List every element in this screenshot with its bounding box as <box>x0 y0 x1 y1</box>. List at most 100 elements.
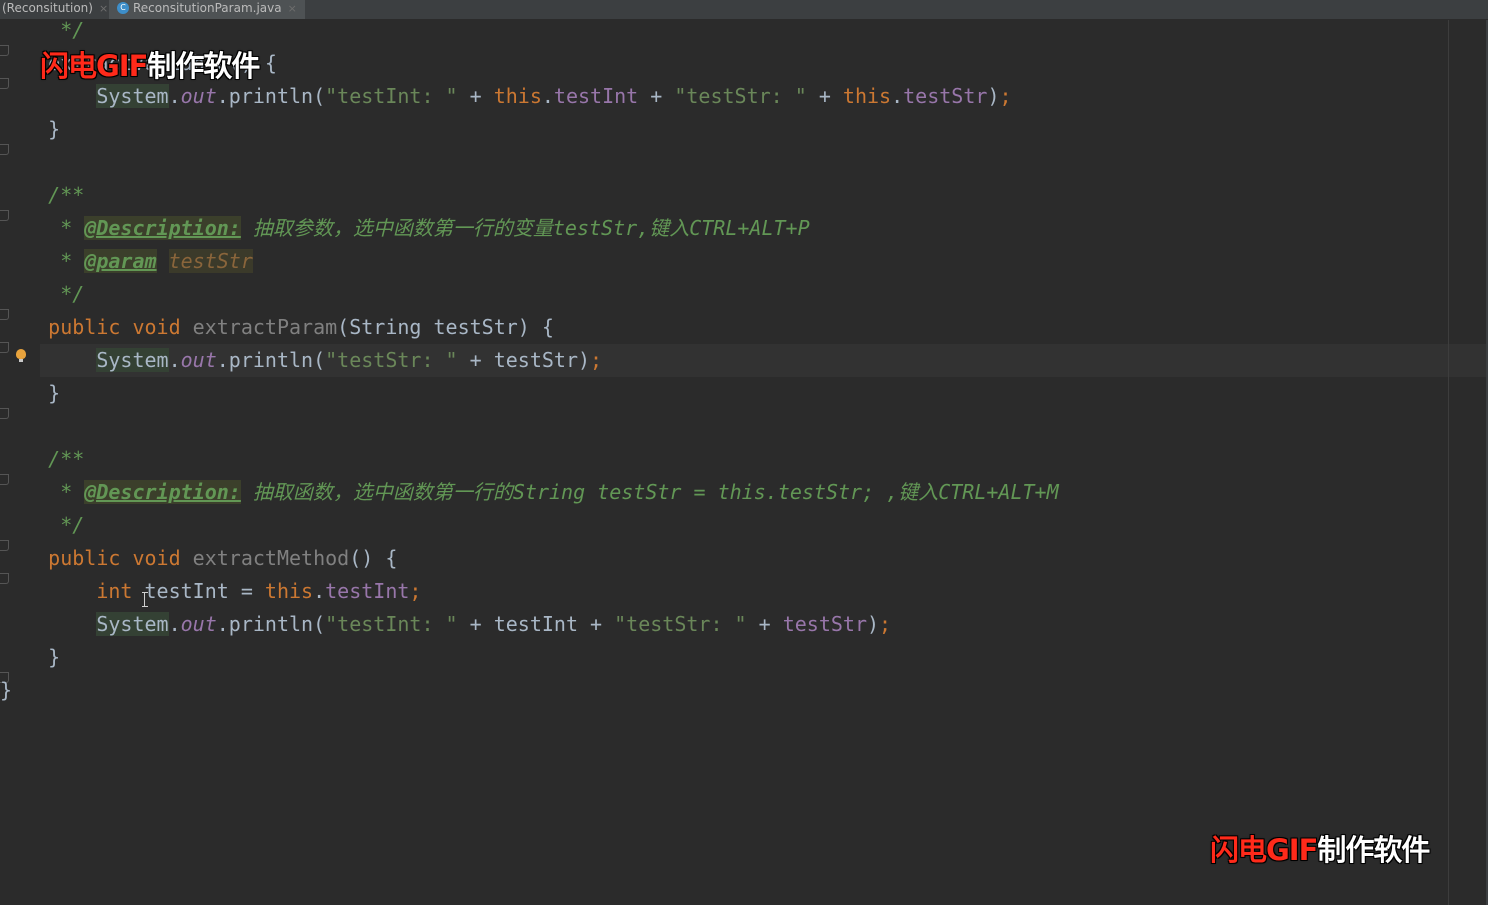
code-token: public void <box>0 546 193 570</box>
code-line[interactable]: public void extractParam(String testStr)… <box>0 311 1059 344</box>
code-token: + testStr) <box>457 348 591 372</box>
code-line[interactable]: } <box>0 641 1059 674</box>
code-token: @param <box>84 249 157 273</box>
code-token: ; <box>590 348 603 372</box>
code-token: . <box>168 84 181 108</box>
code-token: out <box>180 348 217 372</box>
watermark-bottom: 闪电GIF制作软件 <box>1210 827 1430 869</box>
code-token: } <box>0 117 61 141</box>
code-line[interactable]: int testInt = this.testInt; <box>0 575 1059 608</box>
watermark-top: 闪电GIF制作软件 <box>40 43 260 85</box>
code-token: testStr <box>782 612 867 636</box>
code-token: } <box>0 381 61 405</box>
code-token: extractParam <box>192 315 338 339</box>
code-token: 抽取参数，选中函数第一行的变量testStr,键入CTRL+ALT+P <box>240 216 810 240</box>
code-token: .println( <box>216 84 326 108</box>
code-token: System <box>96 612 169 636</box>
watermark-text: 制作软件 <box>1317 833 1430 867</box>
code-token: extractMethod <box>192 546 350 570</box>
code-token: testInt <box>325 579 410 603</box>
code-token: ) <box>987 84 1000 108</box>
code-token: /** <box>0 183 85 207</box>
code-token: ; <box>999 84 1012 108</box>
watermark-brand: 闪电GIF <box>40 49 148 83</box>
code-token: testStr <box>168 249 253 273</box>
code-token: * <box>0 216 85 240</box>
code-line[interactable]: System.out.println("testInt: " + testInt… <box>0 608 1059 641</box>
code-token: . <box>168 612 181 636</box>
tab-label: ReconsitutionParam.java <box>133 1 282 15</box>
code-token: this <box>264 579 314 603</box>
code-token: */ <box>0 18 85 42</box>
code-line[interactable]: public void extractMethod() { <box>0 542 1059 575</box>
watermark-brand: 闪电GIF <box>1210 833 1318 867</box>
text-cursor-icon <box>142 592 150 607</box>
code-token: * <box>0 249 85 273</box>
code-token: "testStr: " <box>325 348 458 372</box>
code-line[interactable]: System.out.println("testStr: " + testStr… <box>0 344 1059 377</box>
code-line[interactable]: } <box>0 113 1059 146</box>
code-line[interactable] <box>0 146 1059 179</box>
code-token: testInt <box>553 84 639 108</box>
code-line[interactable]: /** <box>0 179 1059 212</box>
code-token: . <box>313 579 326 603</box>
code-token: ) <box>867 612 880 636</box>
code-line[interactable]: * @Description: 抽取函数，选中函数第一行的String test… <box>0 476 1059 509</box>
code-editor[interactable]: */ extractVariable() { System.out.printl… <box>0 14 1059 707</box>
code-line[interactable]: } <box>0 377 1059 410</box>
code-token: + <box>806 84 843 108</box>
code-token: ; <box>409 579 422 603</box>
code-token: + <box>638 84 675 108</box>
code-token: this <box>493 84 542 108</box>
code-token: . <box>891 84 904 108</box>
code-token: 抽取函数，选中函数第一行的String testStr = this.testS… <box>240 480 1059 504</box>
code-token: } <box>0 645 61 669</box>
code-token: (String testStr) { <box>337 315 554 339</box>
code-token: . <box>541 84 554 108</box>
watermark-text: 制作软件 <box>147 49 260 83</box>
code-token: "testStr: " <box>674 84 807 108</box>
code-token: this <box>842 84 892 108</box>
class-c-icon: C <box>117 1 129 14</box>
code-token: @Description: <box>84 216 241 240</box>
code-token: } <box>0 678 13 702</box>
code-token: .println( <box>216 612 326 636</box>
code-token: */ <box>0 282 85 306</box>
code-token: + testInt + <box>457 612 615 636</box>
code-line[interactable]: */ <box>0 509 1059 542</box>
code-token: public void <box>0 315 193 339</box>
code-line[interactable]: } <box>0 674 1059 707</box>
code-token: */ <box>0 513 85 537</box>
code-token: System <box>96 348 169 372</box>
code-token: .println( <box>216 348 326 372</box>
code-token: "testInt: " <box>325 84 458 108</box>
tab-label: (Reconsitution) <box>2 1 93 15</box>
code-token: System <box>96 84 169 108</box>
code-token: int <box>96 579 133 603</box>
code-line[interactable]: * @param testStr <box>0 245 1059 278</box>
code-token: out <box>180 612 217 636</box>
code-token: "testInt: " <box>325 612 458 636</box>
code-token: testInt = <box>132 579 265 603</box>
code-line[interactable]: * @Description: 抽取参数，选中函数第一行的变量testStr,键… <box>0 212 1059 245</box>
code-token: @Description: <box>84 480 241 504</box>
code-token: + <box>457 84 494 108</box>
code-token: + <box>746 612 783 636</box>
code-token: * <box>0 480 85 504</box>
right-margin-guide <box>1448 20 1449 905</box>
code-line[interactable] <box>0 410 1059 443</box>
code-line[interactable]: */ <box>0 278 1059 311</box>
code-line[interactable]: /** <box>0 443 1059 476</box>
code-token: ; <box>879 612 892 636</box>
code-token: . <box>168 348 181 372</box>
code-token: out <box>180 84 217 108</box>
code-token: testStr <box>903 84 988 108</box>
code-token: /** <box>0 447 85 471</box>
code-token: "testStr: " <box>614 612 747 636</box>
code-token: () { <box>349 546 398 570</box>
